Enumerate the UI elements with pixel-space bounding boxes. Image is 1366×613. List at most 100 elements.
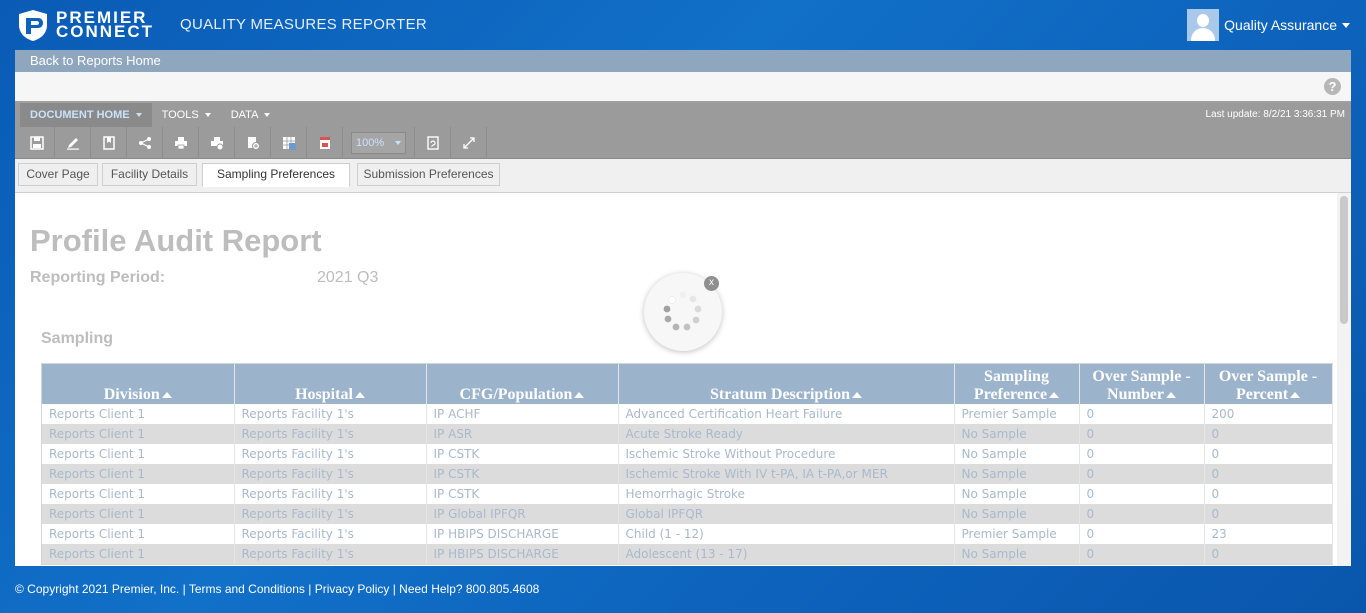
cell-over-sample-percent: 0 <box>1204 544 1333 564</box>
export-excel-icon <box>282 136 296 150</box>
column-header-hospital[interactable]: Hospital <box>234 364 427 404</box>
premier-logo-icon <box>19 10 47 41</box>
cell-sampling-preference: No Sample <box>954 424 1080 444</box>
tab-cover-page[interactable]: Cover Page <box>18 163 98 186</box>
cell-division: Reports Client 1 <box>42 464 235 484</box>
cell-hospital: Reports Facility 1's <box>234 404 427 424</box>
cell-cfg-population: IP HBIPS DISCHARGE <box>426 544 619 564</box>
zoom-value: 100% <box>356 136 385 149</box>
user-menu[interactable]: Quality Assurance <box>1187 9 1350 41</box>
column-header-division[interactable]: Division <box>42 364 235 404</box>
bookmark-button[interactable] <box>91 126 127 159</box>
save-icon <box>29 135 44 150</box>
scrollbar-thumb[interactable] <box>1340 196 1348 324</box>
cell-division: Reports Client 1 <box>42 524 235 544</box>
report-tabs: Cover Page Facility Details Sampling Pre… <box>15 159 1351 193</box>
cell-stratum-description: Hemorrhagic Stroke <box>618 484 955 504</box>
column-header-over-sample-number[interactable]: Over Sample - Number <box>1079 364 1205 404</box>
sampling-table: Division Hospital CFG/Population Stratum… <box>41 363 1333 565</box>
table-row[interactable]: Reports Client 1 Reports Facility 1's IP C… <box>42 484 1333 504</box>
chevron-down-icon <box>1342 22 1350 28</box>
cell-hospital: Reports Facility 1's <box>234 524 427 544</box>
cell-sampling-preference: Premier Sample <box>954 524 1080 544</box>
share-icon <box>138 136 151 149</box>
cell-cfg-population: IP CSTK <box>426 444 619 464</box>
privacy-link[interactable]: Privacy Policy <box>315 582 390 596</box>
table-row[interactable]: Reports Client 1 Reports Facility 1's IP H… <box>42 524 1333 544</box>
copyright-text: © Copyright 2021 Premier, Inc. | <box>15 582 189 596</box>
column-header-over-sample-percent[interactable]: Over Sample - Percent <box>1204 364 1333 404</box>
report-document: Profile Audit Report Reporting Period: 2… <box>15 193 1337 566</box>
cell-hospital: Reports Facility 1's <box>234 464 427 484</box>
document-scrollbar[interactable] <box>1337 193 1351 566</box>
edit-button[interactable] <box>55 126 91 159</box>
document-menu-bar: DOCUMENT HOME TOOLS DATA Last update: 8/… <box>15 103 1351 127</box>
fullscreen-button[interactable] <box>451 126 487 159</box>
refresh-button[interactable] <box>415 126 451 159</box>
help-icon[interactable]: ? <box>1324 78 1341 95</box>
cell-over-sample-number: 0 <box>1079 504 1205 524</box>
chevron-down-icon <box>264 113 271 118</box>
table-row[interactable]: Reports Client 1 Reports Facility 1's IP C… <box>42 444 1333 464</box>
export-excel-button[interactable] <box>271 126 307 159</box>
cell-over-sample-percent: 0 <box>1204 464 1333 484</box>
save-button[interactable] <box>19 126 55 159</box>
terms-link[interactable]: Terms and Conditions <box>189 582 305 596</box>
menu-data[interactable]: DATA <box>221 103 281 127</box>
tab-facility-details[interactable]: Facility Details <box>102 163 197 186</box>
menu-document-home[interactable]: DOCUMENT HOME <box>20 103 152 127</box>
logo-wordmark: PREMIER CONNECT <box>56 9 155 41</box>
logo-line-2: CONNECT <box>56 22 155 41</box>
premier-connect-logo[interactable]: PREMIER CONNECT <box>16 8 154 42</box>
report-title: Profile Audit Report <box>30 223 322 258</box>
tab-sampling-preferences[interactable]: Sampling Preferences <box>202 163 350 187</box>
table-row[interactable]: Reports Client 1 Reports Facility 1's IP G… <box>42 504 1333 524</box>
cell-hospital: Reports Facility 1's <box>234 504 427 524</box>
cell-cfg-population: IP ASR <box>426 424 619 444</box>
sort-arrow-icon <box>161 392 172 399</box>
table-row[interactable]: Reports Client 1 Reports Facility 1's IP H… <box>42 544 1333 564</box>
fullscreen-icon <box>462 136 475 149</box>
chevron-down-icon <box>395 140 401 145</box>
footer-separator: | <box>304 582 315 596</box>
share-button[interactable] <box>127 126 163 159</box>
cell-stratum-description: Global IPFQR <box>618 504 955 524</box>
cell-stratum-description: Child (1 - 12) <box>618 524 955 544</box>
cell-over-sample-number: 0 <box>1079 484 1205 504</box>
cell-sampling-preference: No Sample <box>954 544 1080 564</box>
back-to-reports-link[interactable]: Back to Reports Home <box>15 50 1351 72</box>
table-body: Reports Client 1 Reports Facility 1's IP A… <box>42 404 1333 564</box>
sort-arrow-icon <box>354 392 365 399</box>
column-header-stratum-description[interactable]: Stratum Description <box>618 364 955 404</box>
sort-arrow-icon <box>1049 392 1060 399</box>
print-options-button[interactable] <box>199 126 235 159</box>
cell-over-sample-percent: 23 <box>1204 524 1333 544</box>
table-row[interactable]: Reports Client 1 Reports Facility 1's IP C… <box>42 464 1333 484</box>
help-contact-link[interactable]: Need Help? 800.805.4608 <box>399 582 539 596</box>
cell-over-sample-number: 0 <box>1079 404 1205 424</box>
last-update-text: Last update: 8/2/21 3:36:31 PM <box>1205 109 1345 120</box>
menu-tools[interactable]: TOOLS <box>152 103 221 127</box>
cell-over-sample-percent: 0 <box>1204 444 1333 464</box>
chevron-down-icon <box>204 113 211 118</box>
footer-separator: | <box>389 582 400 596</box>
reporting-period-value: 2021 Q3 <box>317 269 379 286</box>
cell-hospital: Reports Facility 1's <box>234 544 427 564</box>
table-row[interactable]: Reports Client 1 Reports Facility 1's IP A… <box>42 404 1333 424</box>
print-button[interactable] <box>163 126 199 159</box>
column-header-cfg-population[interactable]: CFG/Population <box>426 364 619 404</box>
cell-stratum-description: Ischemic Stroke Without Procedure <box>618 444 955 464</box>
cell-cfg-population: IP Global IPFQR <box>426 504 619 524</box>
tab-submission-preferences[interactable]: Submission Preferences <box>357 163 500 186</box>
cell-over-sample-number: 0 <box>1079 524 1205 544</box>
add-document-button[interactable] <box>235 126 271 159</box>
export-pdf-button[interactable] <box>307 126 343 159</box>
column-header-sampling-preference[interactable]: Sampling Preference <box>954 364 1080 404</box>
bookmark-icon <box>102 135 115 150</box>
sort-arrow-icon <box>1290 392 1301 399</box>
table-row[interactable]: Reports Client 1 Reports Facility 1's IP A… <box>42 424 1333 444</box>
cell-division: Reports Client 1 <box>42 404 235 424</box>
loader-close-button[interactable]: x <box>704 276 719 291</box>
zoom-select[interactable]: 100% <box>351 131 406 154</box>
table-header-row: Division Hospital CFG/Population Stratum… <box>42 364 1333 404</box>
